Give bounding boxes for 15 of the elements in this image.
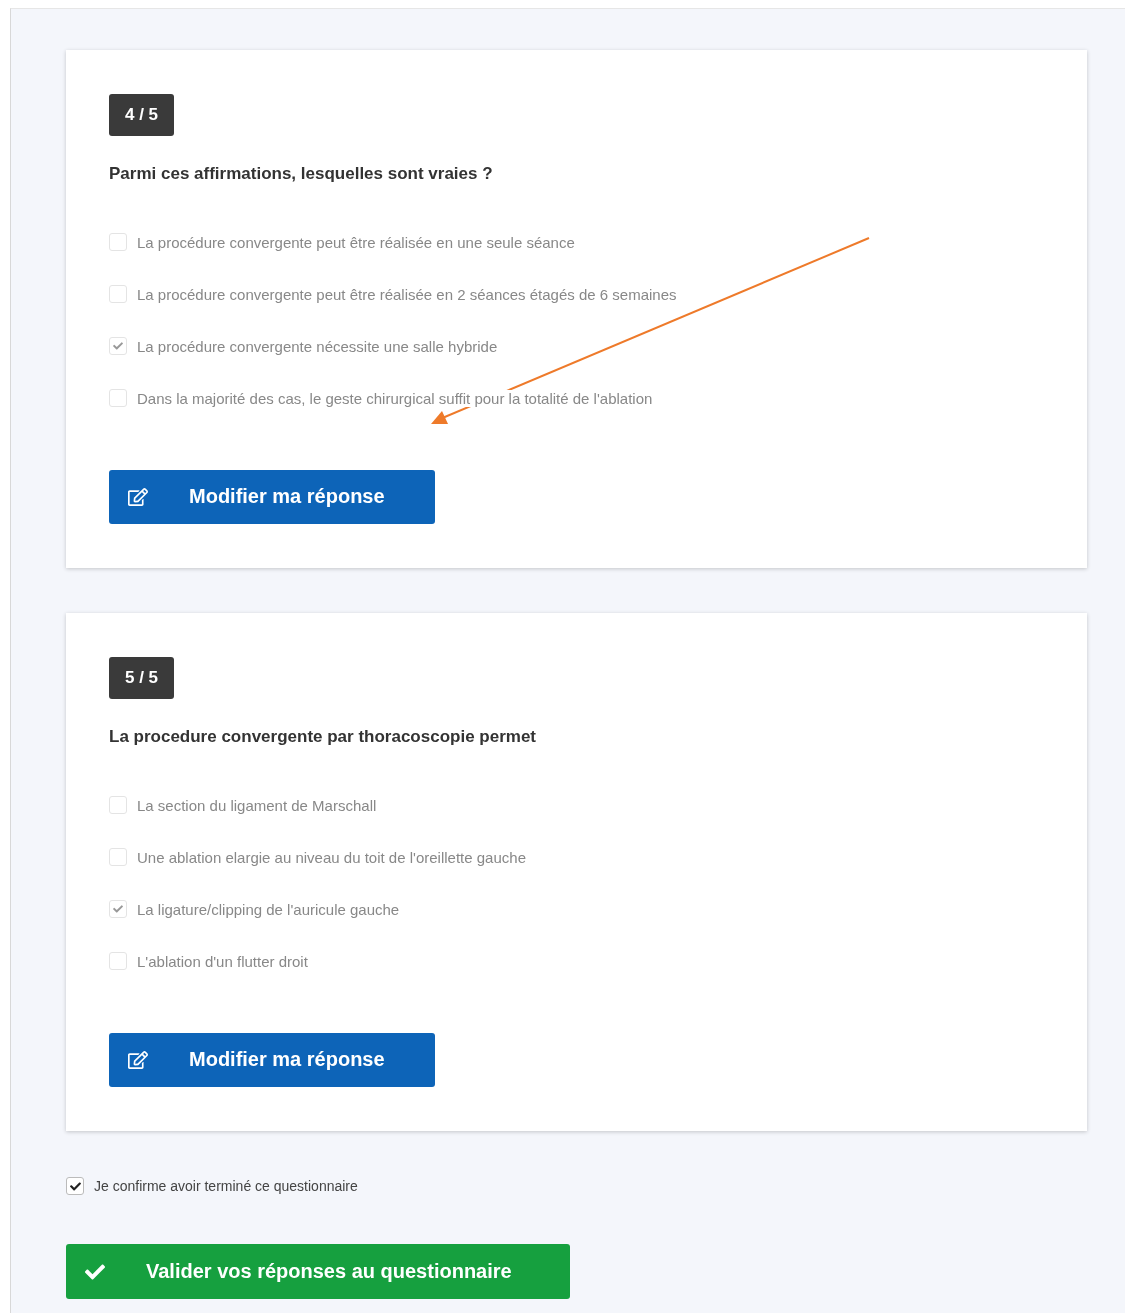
edit-icon bbox=[128, 487, 148, 507]
edit-answer-button[interactable]: Modifier ma réponse bbox=[109, 1033, 435, 1087]
check-icon bbox=[69, 1180, 81, 1192]
question-counter: 4 / 5 bbox=[109, 94, 175, 136]
confirm-label: Je confirme avoir terminé ce questionnaire bbox=[94, 1178, 358, 1194]
question-title: La procedure convergente par thoracoscopie permet bbox=[109, 727, 536, 747]
edit-icon bbox=[128, 1050, 148, 1070]
question-title: Parmi ces affirmations, lesquelles sont vraies ? bbox=[109, 164, 493, 184]
option-label: Dans la majorité des cas, le geste chirurgical suffit pour la totalité de l'ablation bbox=[137, 389, 653, 407]
checkbox[interactable] bbox=[66, 1177, 84, 1195]
edit-answer-button[interactable]: Modifier ma réponse bbox=[109, 470, 435, 524]
submit-button[interactable]: Valider vos réponses au questionnaire bbox=[66, 1244, 570, 1299]
check-icon bbox=[113, 341, 123, 351]
check-icon bbox=[113, 904, 123, 914]
question-counter: 5 / 5 bbox=[109, 657, 175, 699]
